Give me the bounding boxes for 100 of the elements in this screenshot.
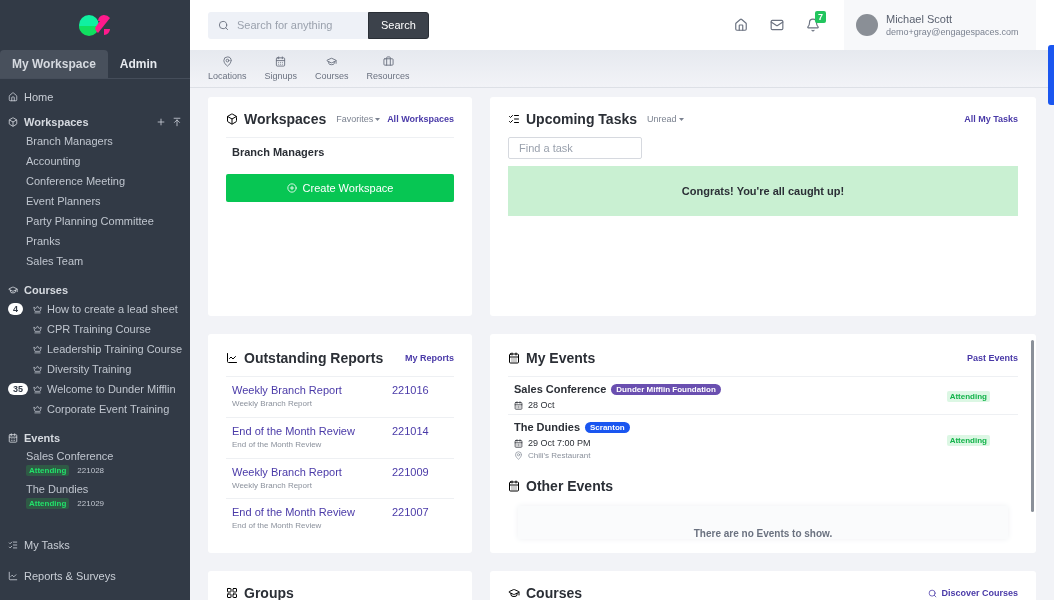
report-code: 221009: [392, 465, 430, 480]
card-link[interactable]: Past Events: [966, 353, 1018, 363]
filter-dropdown[interactable]: Favorites: [336, 114, 381, 124]
card-link[interactable]: All Workspaces: [387, 114, 454, 124]
logo: [78, 14, 112, 36]
workspace-link[interactable]: Sales Team: [8, 251, 190, 271]
nav-link[interactable]: Reports & Surveys: [8, 566, 190, 586]
subnav-link[interactable]: Locations: [208, 56, 247, 81]
report-link[interactable]: Weekly Branch Report: [232, 465, 392, 478]
user-email: demo+gray@engagespaces.com: [886, 27, 1019, 37]
event-code: 221029: [77, 499, 105, 508]
report-code: 221014: [392, 424, 430, 439]
report-link[interactable]: Weekly Branch Report: [232, 384, 392, 396]
course-link[interactable]: Leadership Training Course: [33, 343, 183, 355]
report-code: 221016: [392, 384, 430, 398]
search-field[interactable]: Search for anything: [208, 11, 368, 39]
workspace-link[interactable]: Branch Managers: [8, 131, 190, 151]
course-link[interactable]: CPR Training Course: [33, 323, 151, 335]
calendar-icon: [8, 433, 18, 443]
search-button[interactable]: Search: [368, 11, 429, 39]
report-subtitle: Weekly Branch Report: [232, 480, 313, 490]
subnav-link[interactable]: Courses: [315, 56, 349, 81]
filter-dropdown[interactable]: Unread: [647, 114, 684, 124]
event-link[interactable]: Sales Conference: [8, 450, 190, 462]
card-title: Other Events: [526, 478, 614, 494]
sidebar-tab[interactable]: Admin: [107, 50, 170, 78]
scrollbar[interactable]: [1031, 340, 1034, 512]
cube-icon: [226, 113, 238, 125]
map-pin-icon: [514, 451, 523, 460]
plus-circle-icon: [286, 183, 297, 193]
event-link[interactable]: The Dundies: [8, 483, 190, 495]
card-link[interactable]: My Reports: [405, 353, 454, 363]
card-title: Outstanding Reports: [244, 350, 384, 366]
report-subtitle: End of the Month Review: [232, 439, 323, 449]
course-link[interactable]: Diversity Training: [33, 363, 132, 375]
card-title: Groups: [244, 585, 294, 600]
workspace-link[interactable]: Event Planners: [8, 191, 190, 211]
checklist-icon: [508, 113, 520, 125]
bell-icon: [806, 18, 820, 32]
crown-icon: [33, 384, 42, 394]
nav-link[interactable]: My Tasks: [8, 535, 190, 555]
card-link[interactable]: All My Tasks: [964, 114, 1018, 124]
crown-icon: [33, 324, 42, 334]
search-icon: [218, 19, 229, 31]
section-title: Courses: [24, 284, 70, 296]
event-date: 29 Oct 7:00 PM: [528, 438, 591, 448]
success-message: Congrats! You're all caught up!: [508, 166, 1018, 216]
crown-icon: [33, 344, 42, 354]
workspace-link[interactable]: Conference Meeting: [8, 171, 190, 191]
report-subtitle: End of the Month Review: [232, 521, 323, 531]
scrollbar[interactable]: [1048, 45, 1054, 105]
status-badge: Attending: [26, 498, 70, 509]
chart-icon: [8, 571, 18, 581]
task-search-field[interactable]: Find a task: [508, 137, 642, 159]
briefcase-icon: [382, 56, 394, 67]
calendar-icon: [514, 400, 523, 410]
course-link[interactable]: How to create a lead sheet: [33, 303, 178, 315]
card-link[interactable]: Discover Courses: [928, 588, 1018, 598]
event-date: 28 Oct: [528, 400, 555, 410]
graduation-cap-icon: [508, 587, 520, 599]
calendar-icon: [275, 56, 287, 67]
map-pin-icon: [221, 56, 233, 67]
collapse-icon: [172, 117, 182, 127]
avatar[interactable]: [856, 14, 878, 36]
status-badge: Attending: [946, 391, 990, 402]
status-badge: Attending: [26, 465, 70, 476]
report-link[interactable]: End of the Month Review: [232, 506, 392, 519]
event-code: 221028: [77, 466, 105, 475]
event-tag: Scranton: [585, 421, 630, 433]
subnav-link[interactable]: Signups: [264, 56, 298, 81]
course-link[interactable]: Corporate Event Training: [33, 403, 170, 415]
count-badge: 4: [8, 303, 23, 315]
caret-icon: [678, 117, 684, 121]
cube-icon: [8, 117, 18, 127]
user-name: Michael Scott: [886, 13, 954, 25]
add-icon: [156, 117, 166, 127]
graduation-cap-icon: [326, 56, 338, 67]
home-icon: [734, 18, 748, 32]
calendar-icon: [508, 480, 520, 492]
report-link[interactable]: End of the Month Review: [232, 424, 392, 437]
report-code: 221007: [392, 506, 430, 521]
workspace-link[interactable]: Pranks: [8, 231, 190, 251]
grid-icon: [226, 587, 238, 599]
count-badge: 35: [8, 383, 28, 395]
subnav-link[interactable]: Resources: [366, 56, 410, 81]
home-link[interactable]: Home: [8, 87, 190, 107]
calendar-icon: [514, 438, 523, 448]
section-title: Events: [24, 432, 62, 444]
event-title[interactable]: The Dundies: [514, 421, 580, 433]
sidebar-tab[interactable]: My Workspace: [0, 50, 108, 78]
workspace-link[interactable]: Party Planning Committee: [8, 211, 190, 231]
chart-icon: [226, 352, 238, 364]
home-icon: [8, 92, 18, 102]
crown-icon: [33, 304, 42, 314]
course-link[interactable]: Welcome to Dunder Mifflin: [33, 383, 176, 395]
card-title: Upcoming Tasks: [526, 111, 637, 127]
event-title[interactable]: Sales Conference: [514, 383, 607, 395]
section-title: Workspaces: [24, 116, 90, 128]
crown-icon: [33, 404, 42, 414]
workspace-link[interactable]: Accounting: [8, 151, 190, 171]
